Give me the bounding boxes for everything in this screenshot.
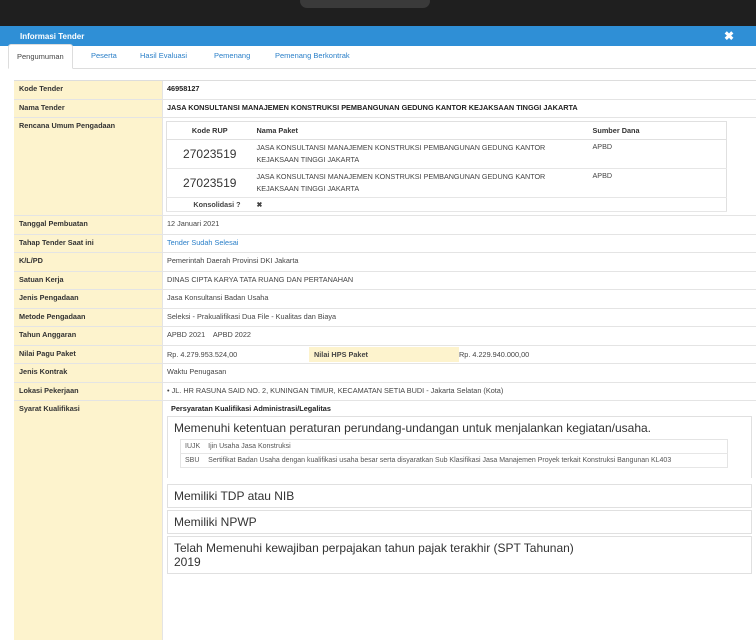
row-kontrak: Jenis Kontrak Waktu Penugasan	[14, 364, 756, 383]
syarat-pajak-text: Telah Memenuhi kewajiban perpajakan tahu…	[174, 541, 574, 555]
label-klpd: K/L/PD	[14, 253, 163, 271]
rup-header-kode: Kode RUP	[166, 121, 253, 140]
konsolidasi-label: Konsolidasi ?	[166, 197, 253, 212]
label-rup: Rencana Umum Pengadaan	[14, 118, 163, 215]
value-jenis: Jasa Konsultansi Badan Usaha	[167, 293, 269, 302]
izin-code: SBU	[180, 453, 205, 468]
lokasi-list-item: • JL. HR RASUNA SAID NO. 2, KUNINGAN TIM…	[163, 383, 756, 401]
konsolidasi-x-icon: ✖	[252, 197, 727, 212]
label-pagu: Nilai Pagu Paket	[14, 345, 163, 363]
label-nama-tender: Nama Tender	[14, 99, 163, 117]
row-kode-tender: Kode Tender 46958127	[14, 81, 756, 100]
label-hps: Nilai HPS Paket	[309, 346, 459, 362]
rup-sumber: APBD	[588, 139, 727, 169]
rup-nama: JASA KONSULTANSI MANAJEMEN KONSTRUKSI PE…	[252, 139, 589, 169]
row-klpd: K/L/PD Pemerintah Daerah Provinsi DKI Ja…	[14, 253, 756, 272]
label-syarat: Syarat Kualifikasi	[14, 401, 163, 640]
value-metode: Seleksi - Prakualifikasi Dua File - Kual…	[167, 311, 337, 321]
value-kode-tender: 46958127	[167, 84, 200, 93]
value-lokasi: JL. HR RASUNA SAID NO. 2, KUNINGAN TIMUR…	[171, 385, 504, 395]
syarat-item-text: Memenuhi ketentuan peraturan perundang-u…	[174, 421, 652, 435]
label-lokasi: Lokasi Pekerjaan	[14, 382, 163, 400]
rup-sumber: APBD	[588, 168, 727, 198]
rup-row: 27023519 JASA KONSULTANSI MANAJEMEN KONS…	[166, 168, 727, 198]
label-metode: Metode Pengadaan	[14, 308, 163, 326]
row-tanggal: Tanggal Pembuatan 12 Januari 2021	[14, 216, 756, 235]
value-nama-tender: JASA KONSULTANSI MANAJEMEN KONSTRUKSI PE…	[167, 102, 578, 112]
row-syarat: Syarat Kualifikasi Persyaratan Kualifika…	[14, 401, 756, 640]
row-metode: Metode Pengadaan Seleksi - Prakualifikas…	[14, 308, 756, 327]
izin-desc: Ijin Usaha Jasa Konstruksi	[204, 439, 728, 454]
value-kontrak: Waktu Penugasan	[167, 367, 227, 376]
value-klpd: Pemerintah Daerah Provinsi DKI Jakarta	[167, 256, 299, 265]
row-lokasi: Lokasi Pekerjaan • JL. HR RASUNA SAID NO…	[14, 382, 756, 401]
label-jenis: Jenis Pengadaan	[14, 290, 163, 308]
label-kode-tender: Kode Tender	[14, 81, 163, 99]
label-tanggal: Tanggal Pembuatan	[14, 216, 163, 234]
announcement-table: Kode Tender 46958127 Nama Tender JASA KO…	[14, 80, 756, 640]
row-rup: Rencana Umum Pengadaan Kode RUP Nama Pak…	[14, 118, 756, 216]
rup-kode: 27023519	[166, 139, 253, 169]
label-tahun: Tahun Anggaran	[14, 327, 163, 345]
tab-pemenang[interactable]: Pemenang	[206, 44, 258, 69]
tab-pengumuman[interactable]: Pengumuman	[8, 44, 73, 69]
rup-header-nama: Nama Paket	[252, 121, 589, 140]
izin-row: SBU Sertifikat Badan Usaha dengan kualif…	[180, 453, 728, 468]
row-tahap: Tahap Tender Saat ini Tender Sudah Seles…	[14, 234, 756, 253]
izin-row: IUJK Ijin Usaha Jasa Konstruksi	[180, 439, 728, 454]
value-pagu: Rp. 4.279.953.524,00	[167, 349, 238, 359]
value-satuan: DINAS CIPTA KARYA TATA RUANG DAN PERTANA…	[167, 274, 354, 284]
rup-kode: 27023519	[166, 168, 253, 198]
syarat-title: Persyaratan Kualifikasi Administrasi/Leg…	[171, 404, 331, 413]
modal-title: Informasi Tender	[20, 31, 85, 41]
row-satuan: Satuan Kerja DINAS CIPTA KARYA TATA RUAN…	[14, 271, 756, 290]
rup-table: Kode RUP Nama Paket Sumber Dana 27023519…	[166, 121, 727, 212]
tab-bar: Pengumuman Peserta Hasil Evaluasi Pemena…	[8, 44, 756, 69]
close-icon[interactable]: ✖	[724, 29, 734, 43]
izin-code: IUJK	[180, 439, 205, 454]
value-tanggal: 12 Januari 2021	[167, 219, 220, 228]
rup-nama: JASA KONSULTANSI MANAJEMEN KONSTRUKSI PE…	[252, 168, 589, 198]
row-jenis: Jenis Pengadaan Jasa Konsultansi Badan U…	[14, 290, 756, 309]
rup-row: 27023519 JASA KONSULTANSI MANAJEMEN KONS…	[166, 139, 727, 169]
label-tahap: Tahap Tender Saat ini	[14, 234, 163, 252]
value-tahun: APBD 2021 APBD 2022	[167, 330, 251, 339]
value-hps: Rp. 4.229.940.000,00	[459, 349, 530, 359]
row-nama-tender: Nama Tender JASA KONSULTANSI MANAJEMEN K…	[14, 99, 756, 118]
label-kontrak: Jenis Kontrak	[14, 364, 163, 382]
row-tahun: Tahun Anggaran APBD 2021 APBD 2022	[14, 327, 756, 346]
top-pill	[300, 0, 430, 8]
izin-desc: Sertifikat Badan Usaha dengan kualifikas…	[204, 453, 728, 468]
bullet-icon: •	[167, 385, 170, 395]
syarat-item-tdp: Memiliki TDP atau NIB	[167, 484, 752, 508]
syarat-item-pajak: Telah Memenuhi kewajiban perpajakan tahu…	[167, 536, 752, 574]
syarat-item-npwp: Memiliki NPWP	[167, 510, 752, 534]
modal-header: Informasi Tender ✖	[0, 26, 756, 46]
tahap-link[interactable]: Tender Sudah Selesai	[163, 235, 756, 253]
syarat-pajak-year: 2019	[174, 555, 201, 569]
tab-peserta[interactable]: Peserta	[83, 44, 125, 69]
row-pagu: Nilai Pagu Paket Rp. 4.279.953.524,00 Ni…	[14, 345, 756, 364]
label-satuan: Satuan Kerja	[14, 271, 163, 289]
izin-table: IUJK Ijin Usaha Jasa Konstruksi SBU Sert…	[180, 439, 728, 468]
tab-hasil-evaluasi[interactable]: Hasil Evaluasi	[132, 44, 195, 69]
rup-header-sumber: Sumber Dana	[588, 121, 727, 140]
top-bar	[0, 0, 756, 26]
syarat-item: Memenuhi ketentuan peraturan perundang-u…	[167, 416, 752, 478]
tab-pemenang-berkontrak[interactable]: Pemenang Berkontrak	[267, 44, 358, 69]
